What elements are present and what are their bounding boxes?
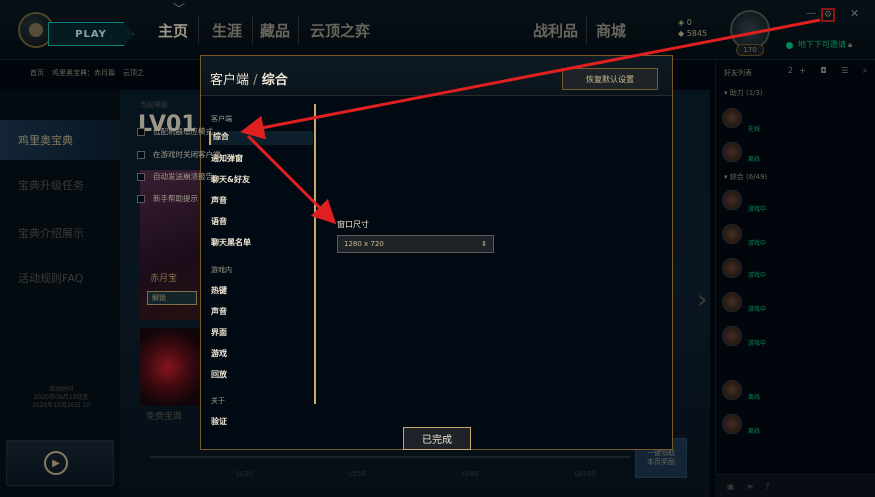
category-chat-friends[interactable]: 聊天&好友: [211, 174, 250, 185]
category-replays[interactable]: 回放: [211, 369, 227, 380]
category-general[interactable]: 综合: [209, 131, 313, 145]
category-hotkeys[interactable]: 热键: [211, 285, 227, 296]
title-section: 客户端: [210, 73, 250, 88]
category-game[interactable]: 游戏: [211, 348, 227, 359]
option-label: 低配机器适应模式: [153, 127, 213, 136]
option-label: 自动发送崩溃报告: [153, 172, 213, 181]
option-label: 在游戏时关闭客户端: [153, 150, 221, 159]
category-ingame-sound[interactable]: 声音: [211, 306, 227, 317]
restore-defaults-button[interactable]: 恢复默认设置: [562, 68, 658, 90]
category-sound[interactable]: 声音: [211, 195, 227, 206]
window-size-select[interactable]: 1280 x 720 ⇕: [337, 235, 494, 253]
category-verification[interactable]: 验证: [211, 416, 227, 427]
title-separator: /: [253, 73, 258, 88]
option-close-client[interactable]: 在游戏时关闭客户端: [137, 149, 221, 160]
checkbox[interactable]: [137, 194, 145, 203]
checkbox[interactable]: [137, 172, 145, 181]
window-size-label: 窗口尺寸: [337, 220, 369, 229]
category-interface[interactable]: 界面: [211, 327, 227, 338]
dialog-title: 客户端 / 综合: [210, 69, 288, 88]
stepper-icon: ⇕: [481, 240, 487, 248]
done-button[interactable]: 已完成: [403, 427, 471, 450]
settings-category-list: 客户端 综合 通知弹窗 聊天&好友 声音 语音 聊天黑名单 游戏内 热键 声音 …: [209, 104, 313, 439]
option-help-tips[interactable]: 新手帮助提示: [137, 193, 198, 204]
title-page: 综合: [261, 73, 288, 88]
option-low-spec[interactable]: 低配机器适应模式: [137, 126, 213, 137]
option-crash-reports[interactable]: 自动发送崩溃报告: [137, 171, 213, 182]
category-divider: [314, 104, 316, 404]
dialog-title-bar: 客户端 / 综合 恢复默认设置: [201, 56, 672, 96]
category-group-ingame: 游戏内: [211, 266, 232, 274]
category-voice[interactable]: 语音: [211, 216, 227, 227]
checkbox[interactable]: [137, 127, 145, 136]
option-label: 新手帮助提示: [153, 194, 198, 203]
category-group-client: 客户端: [211, 115, 232, 123]
category-group-about: 关于: [211, 397, 225, 405]
checkbox[interactable]: [137, 150, 145, 159]
window-size-value: 1280 x 720: [344, 240, 384, 248]
category-blocked[interactable]: 聊天黑名单: [211, 237, 251, 248]
